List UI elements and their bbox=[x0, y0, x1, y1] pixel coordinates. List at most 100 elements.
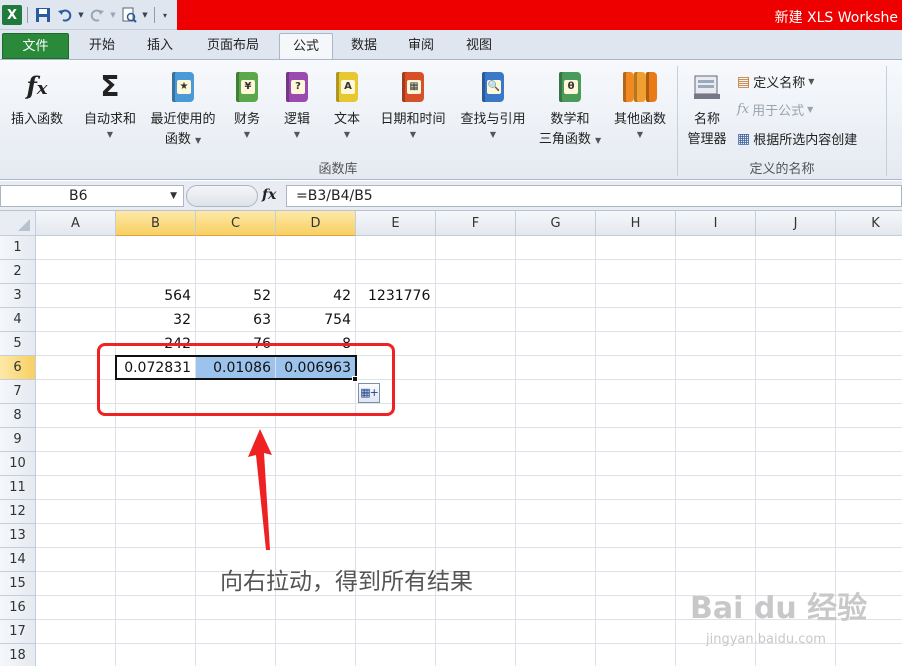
tab-review[interactable]: 审阅 bbox=[397, 33, 445, 59]
insert-function-fx-icon[interactable]: fx bbox=[262, 187, 276, 203]
row-header-1[interactable]: 1 bbox=[0, 236, 36, 260]
undo-icon[interactable] bbox=[55, 5, 75, 25]
cell-c4[interactable]: 63 bbox=[196, 308, 275, 332]
column-header-j[interactable]: J bbox=[756, 211, 836, 236]
save-icon[interactable] bbox=[33, 5, 53, 25]
row-header-13[interactable]: 13 bbox=[0, 524, 36, 548]
math-trig-button[interactable]: θ 数学和 三角函数 ▼ bbox=[534, 64, 606, 150]
tab-data[interactable]: 数据 bbox=[340, 33, 388, 59]
tab-page-layout[interactable]: 页面布局 bbox=[196, 33, 270, 59]
lookup-button[interactable]: 🔍 查找与引用 ▼ bbox=[454, 64, 532, 140]
use-in-formula-button[interactable]: fx 用于公式 ▼ bbox=[737, 100, 813, 119]
column-header-b[interactable]: B bbox=[116, 211, 196, 236]
grid-row-line bbox=[36, 523, 902, 524]
customize-qat-icon[interactable]: ▾ bbox=[160, 5, 170, 25]
logical-label: 逻辑 bbox=[283, 112, 310, 127]
lookup-dropdown-icon: ▼ bbox=[489, 130, 497, 139]
row-header-14[interactable]: 14 bbox=[0, 548, 36, 572]
text-button[interactable]: A 文本 ▼ bbox=[326, 64, 368, 140]
cell-d4[interactable]: 754 bbox=[276, 308, 355, 332]
cell-c3[interactable]: 52 bbox=[196, 284, 275, 308]
name-box-dropdown-icon[interactable]: ▼ bbox=[170, 186, 177, 206]
tab-view[interactable]: 视图 bbox=[455, 33, 503, 59]
fx-icon: fx bbox=[26, 70, 48, 100]
row-header-8[interactable]: 8 bbox=[0, 404, 36, 428]
grid-row-line bbox=[36, 499, 902, 500]
column-header-i[interactable]: I bbox=[676, 211, 756, 236]
row-header-3[interactable]: 3 bbox=[0, 284, 36, 308]
row-header-17[interactable]: 17 bbox=[0, 620, 36, 644]
cell-d3[interactable]: 42 bbox=[276, 284, 355, 308]
formula-bar-handle[interactable] bbox=[186, 185, 258, 207]
column-header-a[interactable]: A bbox=[36, 211, 116, 236]
define-name-label: 定义名称 bbox=[753, 76, 806, 91]
cell-b3[interactable]: 564 bbox=[116, 284, 195, 308]
row-header-4[interactable]: 4 bbox=[0, 308, 36, 332]
cell-e3[interactable]: 1231776 bbox=[356, 284, 435, 308]
column-header-f[interactable]: F bbox=[436, 211, 516, 236]
financial-book-icon: ¥ bbox=[230, 68, 264, 106]
recently-used-button[interactable]: ★ 最近使用的 函数 ▼ bbox=[144, 64, 222, 150]
function-library-group-label: 函数库 bbox=[318, 162, 358, 177]
quick-access-toolbar: X ▼ ▼ ▼ ▾ bbox=[0, 0, 170, 30]
grid-row-line bbox=[36, 451, 902, 452]
name-manager-label-2: 管理器 bbox=[687, 132, 727, 147]
excel-logo-icon[interactable]: X bbox=[2, 5, 22, 25]
math-label-1: 数学和 bbox=[550, 112, 590, 127]
tab-home[interactable]: 开始 bbox=[78, 33, 126, 59]
undo-dropdown-icon[interactable]: ▼ bbox=[77, 5, 85, 25]
define-name-button[interactable]: ▤ 定义名称 ▼ bbox=[737, 72, 814, 92]
column-header-e[interactable]: E bbox=[356, 211, 436, 236]
baidu-watermark-logo: Bai du 经验 bbox=[690, 591, 868, 626]
row-header-10[interactable]: 10 bbox=[0, 452, 36, 476]
excel-window: X ▼ ▼ ▼ ▾ 新建 XLS Workshe 文件 开始 插入 页面布局 公… bbox=[0, 0, 902, 666]
print-preview-icon[interactable] bbox=[119, 5, 139, 25]
datetime-book-icon: ▦ bbox=[396, 68, 430, 106]
row-header-9[interactable]: 9 bbox=[0, 428, 36, 452]
insert-function-label: 插入函数 bbox=[10, 112, 63, 127]
print-dropdown-icon[interactable]: ▼ bbox=[141, 5, 149, 25]
tab-formulas[interactable]: 公式 bbox=[279, 33, 333, 59]
name-manager-button[interactable]: 名称 管理器 bbox=[680, 64, 734, 150]
row-header-12[interactable]: 12 bbox=[0, 500, 36, 524]
tab-insert[interactable]: 插入 bbox=[136, 33, 184, 59]
row-header-15[interactable]: 15 bbox=[0, 572, 36, 596]
create-from-selection-label: 根据所选内容创建 bbox=[753, 133, 858, 148]
logical-dropdown-icon: ▼ bbox=[293, 130, 301, 139]
autosum-button[interactable]: Σ 自动求和 ▼ bbox=[78, 64, 142, 140]
row-header-6[interactable]: 6 bbox=[0, 356, 36, 380]
column-header-h[interactable]: H bbox=[596, 211, 676, 236]
tab-file[interactable]: 文件 bbox=[2, 33, 69, 59]
more-functions-label: 其他函数 bbox=[613, 112, 666, 127]
row-header-2[interactable]: 2 bbox=[0, 260, 36, 284]
create-from-selection-icon: ▦ bbox=[737, 130, 751, 147]
name-box[interactable]: B6 ▼ bbox=[0, 185, 184, 207]
highlight-box bbox=[97, 343, 395, 416]
more-functions-button[interactable]: 其他函数 ▼ bbox=[608, 64, 672, 140]
column-header-g[interactable]: G bbox=[516, 211, 596, 236]
column-header-d[interactable]: D bbox=[276, 211, 356, 236]
row-header-18[interactable]: 18 bbox=[0, 644, 36, 666]
cell-b4[interactable]: 32 bbox=[116, 308, 195, 332]
row-header-5[interactable]: 5 bbox=[0, 332, 36, 356]
select-all-corner[interactable] bbox=[0, 211, 36, 236]
create-from-selection-button[interactable]: ▦ 根据所选内容创建 bbox=[737, 129, 858, 149]
row-header-11[interactable]: 11 bbox=[0, 476, 36, 500]
logical-book-icon: ? bbox=[280, 68, 314, 106]
redo-dropdown-icon[interactable]: ▼ bbox=[109, 5, 117, 25]
ribbon-tabs: 文件 开始 插入 页面布局 公式 数据 审阅 视图 bbox=[0, 30, 902, 59]
column-header-k[interactable]: K bbox=[836, 211, 902, 236]
row-header-16[interactable]: 16 bbox=[0, 596, 36, 620]
define-name-icon: ▤ bbox=[737, 73, 751, 90]
row-header-7[interactable]: 7 bbox=[0, 380, 36, 404]
datetime-button[interactable]: ▦ 日期和时间 ▼ bbox=[374, 64, 452, 140]
redo-icon[interactable] bbox=[87, 5, 107, 25]
financial-button[interactable]: ¥ 财务 ▼ bbox=[226, 64, 268, 140]
insert-function-button[interactable]: fx 插入函数 bbox=[2, 64, 72, 130]
use-in-formula-icon: fx bbox=[737, 102, 750, 117]
use-in-formula-dropdown-icon: ▼ bbox=[807, 104, 814, 114]
logical-button[interactable]: ? 逻辑 ▼ bbox=[276, 64, 318, 140]
formula-input[interactable]: =B3/B4/B5 bbox=[286, 185, 902, 207]
column-header-c[interactable]: C bbox=[196, 211, 276, 236]
recent-dropdown-icon: ▼ bbox=[195, 136, 202, 145]
